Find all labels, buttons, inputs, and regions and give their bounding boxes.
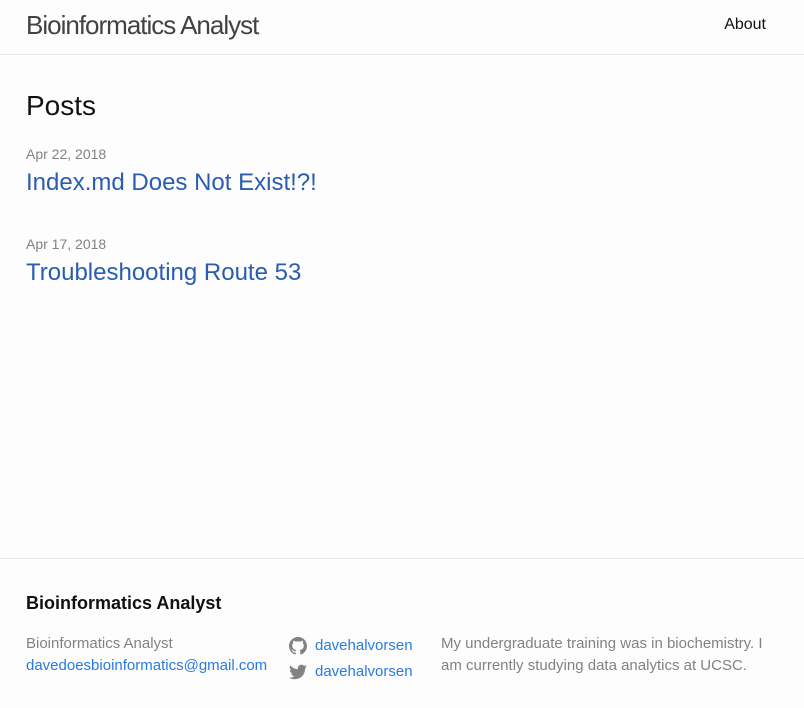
site-header: Bioinformatics Analyst About — [0, 0, 804, 55]
footer-name: Bioinformatics Analyst — [26, 635, 173, 652]
github-icon — [289, 637, 307, 655]
twitter-username-link[interactable]: davehalvorsen — [315, 661, 413, 683]
site-footer: Bioinformatics Analyst Bioinformatics An… — [0, 558, 804, 708]
footer-heading: Bioinformatics Analyst — [26, 593, 222, 613]
github-username-link[interactable]: davehalvorsen — [315, 635, 413, 657]
page-title: Posts — [26, 90, 97, 121]
footer-email-link[interactable]: davedoesbioinformatics@gmail.com — [26, 655, 267, 677]
post-date: Apr 17, 2018 — [26, 236, 107, 252]
nav-about-link[interactable]: About — [724, 15, 766, 35]
twitter-icon — [289, 663, 307, 681]
site-title-link[interactable]: Bioinformatics Analyst — [26, 10, 259, 40]
post-date: Apr 22, 2018 — [26, 146, 107, 162]
footer-social: davehalvorsen davehalvorsen — [289, 633, 413, 685]
footer-description: My undergraduate training was in biochem… — [441, 635, 763, 674]
github-row: davehalvorsen — [289, 633, 413, 659]
post-title-link[interactable]: Index.md Does Not Exist!?! — [26, 169, 317, 197]
post-title-link[interactable]: Troubleshooting Route 53 — [26, 259, 301, 287]
twitter-row: davehalvorsen — [289, 659, 413, 685]
list-item: Apr 17, 2018 Troubleshooting Route 53 — [26, 235, 301, 287]
footer-contact: Bioinformatics Analyst davedoesbioinform… — [26, 633, 267, 677]
list-item: Apr 22, 2018 Index.md Does Not Exist!?! — [26, 145, 317, 197]
